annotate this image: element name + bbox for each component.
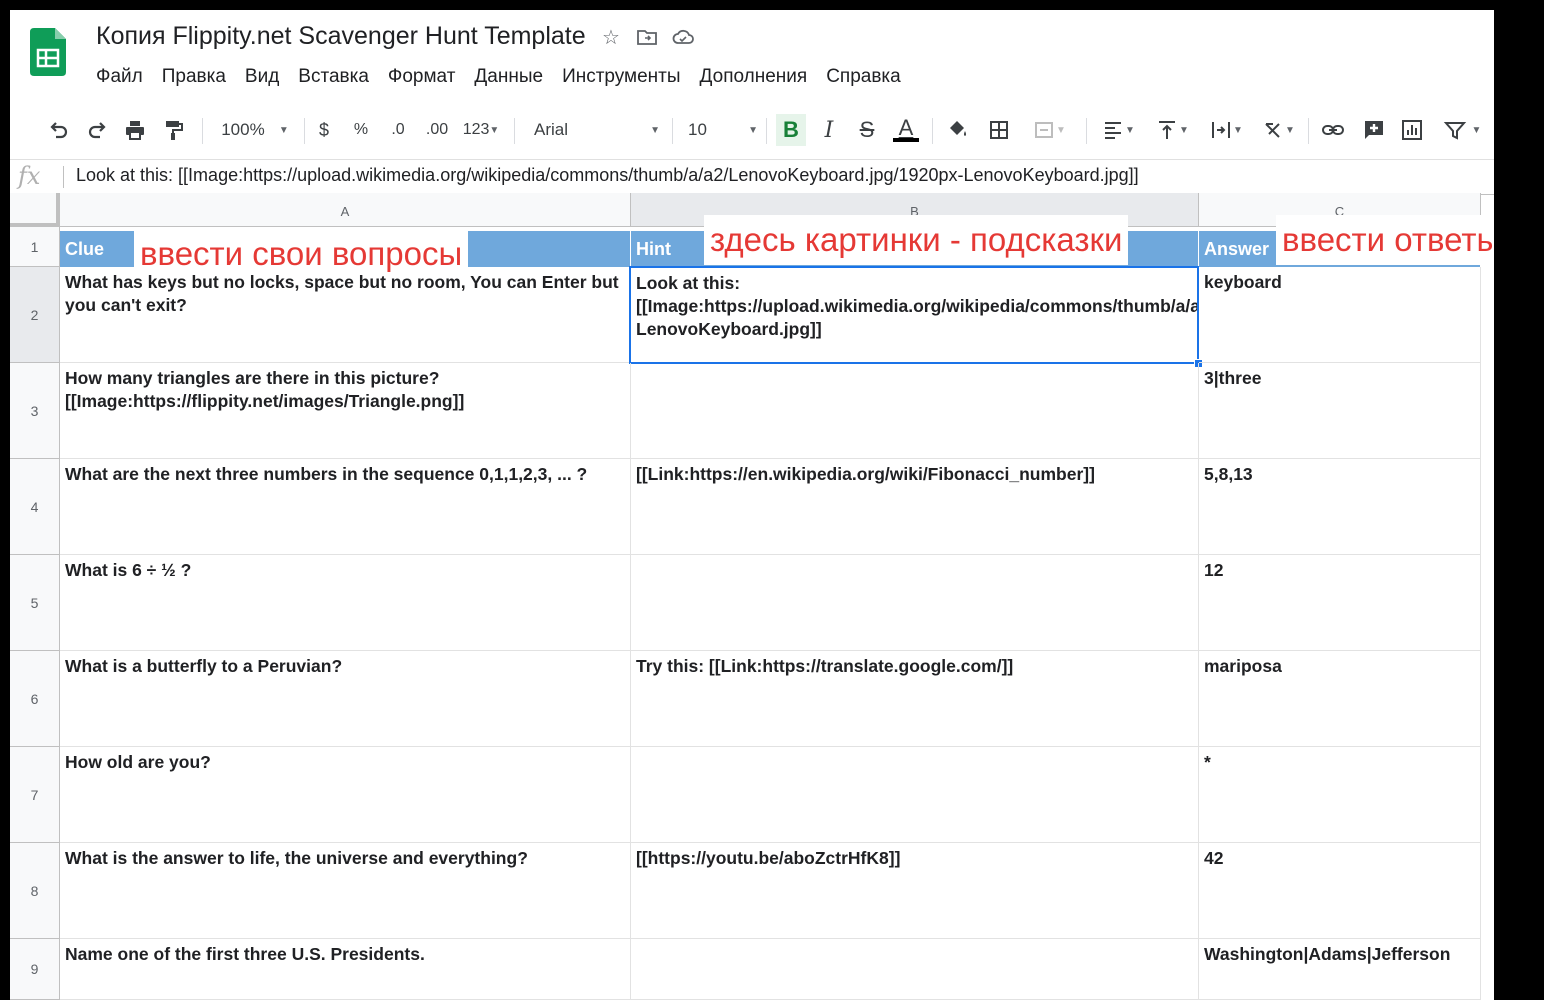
answer-cell[interactable]: 12 xyxy=(1199,555,1481,651)
insert-comment-icon[interactable] xyxy=(1360,114,1388,146)
filter-icon[interactable]: ▼ xyxy=(1436,114,1488,146)
borders-icon[interactable] xyxy=(986,114,1012,146)
star-icon[interactable]: ☆ xyxy=(600,26,622,49)
text-color-button[interactable]: A xyxy=(892,114,920,146)
fx-icon: fx xyxy=(18,162,41,190)
answer-cell[interactable]: Washington|Adams|Jefferson xyxy=(1199,939,1481,1000)
row-header-4[interactable]: 4 xyxy=(10,459,60,555)
chevron-down-icon: ▼ xyxy=(489,124,500,136)
hint-cell[interactable]: Look at this: [[Image:https://upload.wik… xyxy=(629,266,1199,364)
bold-button[interactable]: B xyxy=(776,114,806,146)
percent-format-button[interactable]: % xyxy=(350,114,372,146)
hint-cell[interactable] xyxy=(631,555,1199,651)
menu-insert[interactable]: Вставка xyxy=(298,66,369,88)
row-header-3[interactable]: 3 xyxy=(10,363,60,459)
answer-cell[interactable]: 42 xyxy=(1199,843,1481,939)
hint-cell[interactable]: [[https://youtu.be/aboZctrHfK8]] xyxy=(631,843,1199,939)
row-header-1[interactable]: 1 xyxy=(10,227,60,267)
zoom-value: 100% xyxy=(221,120,265,139)
menu-edit[interactable]: Правка xyxy=(162,66,226,88)
clue-cell[interactable]: What are the next three numbers in the s… xyxy=(60,459,631,555)
hint-cell[interactable] xyxy=(631,363,1199,459)
menu-tools[interactable]: Инструменты xyxy=(562,66,680,88)
select-all-corner[interactable] xyxy=(10,193,60,227)
redo-icon[interactable] xyxy=(84,114,110,146)
italic-button[interactable]: I xyxy=(816,114,842,146)
move-folder-icon[interactable] xyxy=(636,26,658,48)
text-rotation-icon[interactable]: ▼ xyxy=(1256,114,1300,146)
menu-bar: Файл Правка Вид Вставка Формат Данные Ин… xyxy=(96,66,901,88)
horizontal-align-icon[interactable]: ▼ xyxy=(1096,114,1140,146)
font-family-select[interactable]: Arial ▼ xyxy=(526,114,660,146)
row-header-2[interactable]: 2 xyxy=(10,267,60,363)
menu-help[interactable]: Справка xyxy=(826,66,901,88)
annotation-hints: здесь картинки - подсказки xyxy=(704,215,1129,265)
sheet-grid: A B C 1 Clue Hint Answer ввести свои воп… xyxy=(10,193,1494,1000)
document-title[interactable]: Копия Flippity.net Scavenger Hunt Templa… xyxy=(96,22,586,51)
menu-file[interactable]: Файл xyxy=(96,66,143,88)
cloud-status-icon[interactable] xyxy=(672,26,694,48)
strikethrough-button[interactable]: S xyxy=(854,114,880,146)
sheets-logo-icon[interactable] xyxy=(30,28,66,76)
insert-chart-icon[interactable] xyxy=(1398,114,1426,146)
row-header-7[interactable]: 7 xyxy=(10,747,60,843)
hint-cell[interactable]: Try this: [[Link:https://translate.googl… xyxy=(631,651,1199,747)
row-header-8[interactable]: 8 xyxy=(10,843,60,939)
print-icon[interactable] xyxy=(122,114,148,146)
vertical-align-icon[interactable]: ▼ xyxy=(1150,114,1194,146)
currency-format-button[interactable]: $ xyxy=(314,114,334,146)
menu-addons[interactable]: Дополнения xyxy=(700,66,808,88)
decrease-decimal-button[interactable]: .0 xyxy=(386,114,410,146)
menu-view[interactable]: Вид xyxy=(245,66,279,88)
hint-cell[interactable] xyxy=(631,747,1199,843)
formula-bar: fx Look at this: [[Image:https://upload.… xyxy=(10,159,1494,195)
clue-cell[interactable]: Name one of the first three U.S. Preside… xyxy=(60,939,631,1000)
font-size-value: 10 xyxy=(688,120,707,139)
menu-data[interactable]: Данные xyxy=(474,66,543,88)
font-size-select[interactable]: 10 ▼ xyxy=(680,114,758,146)
font-family-value: Arial xyxy=(534,120,569,139)
answer-cell[interactable]: 5,8,13 xyxy=(1199,459,1481,555)
clue-cell[interactable]: What is the answer to life, the universe… xyxy=(60,843,631,939)
toolbar: 100% ▼ $ % .0 .00 123 ▼ Arial ▼ 10 ▼ B I S … xyxy=(10,110,1494,150)
fill-color-icon[interactable] xyxy=(944,114,972,146)
clue-cell[interactable]: What has keys but no locks, space but no… xyxy=(60,267,631,363)
answer-cell[interactable]: mariposa xyxy=(1199,651,1481,747)
insert-link-icon[interactable] xyxy=(1318,114,1348,146)
text-color-swatch xyxy=(893,138,919,142)
answer-cell[interactable]: * xyxy=(1199,747,1481,843)
row-header-5[interactable]: 5 xyxy=(10,555,60,651)
answer-cell[interactable]: 3|three xyxy=(1199,363,1481,459)
row-header-9[interactable]: 9 xyxy=(10,939,60,1000)
clue-cell[interactable]: How old are you? xyxy=(60,747,631,843)
clue-cell[interactable]: What is a butterfly to a Peruvian? xyxy=(60,651,631,747)
row-header-6[interactable]: 6 xyxy=(10,651,60,747)
clue-cell[interactable]: How many triangles are there in this pic… xyxy=(60,363,631,459)
undo-icon[interactable] xyxy=(46,114,72,146)
formula-input[interactable]: Look at this: [[Image:https://upload.wik… xyxy=(76,165,1139,186)
spreadsheet-window: Копия Flippity.net Scavenger Hunt Templa… xyxy=(10,10,1494,1000)
text-color-letter: A xyxy=(898,115,914,140)
more-formats-button[interactable]: 123 ▼ xyxy=(458,114,504,146)
chevron-down-icon: ▼ xyxy=(748,124,758,136)
more-formats-label: 123 xyxy=(462,121,490,138)
text-wrap-icon[interactable]: ▼ xyxy=(1204,114,1248,146)
chevron-down-icon: ▼ xyxy=(650,124,660,136)
merge-cells-icon[interactable]: ▼ xyxy=(1024,114,1074,146)
clue-cell[interactable]: What is 6 ÷ ½ ? xyxy=(60,555,631,651)
menu-format[interactable]: Формат xyxy=(388,66,456,88)
hint-cell[interactable] xyxy=(631,939,1199,1000)
paint-format-icon[interactable] xyxy=(160,114,186,146)
annotation-answers: ввести ответы xyxy=(1276,215,1494,265)
column-header-a[interactable]: A xyxy=(60,193,631,227)
answer-cell[interactable]: keyboard xyxy=(1199,267,1481,363)
chevron-down-icon: ▼ xyxy=(278,124,289,136)
zoom-select[interactable]: 100% ▼ xyxy=(216,114,294,146)
increase-decimal-button[interactable]: .00 xyxy=(422,114,452,146)
hint-cell[interactable]: [[Link:https://en.wikipedia.org/wiki/Fib… xyxy=(631,459,1199,555)
